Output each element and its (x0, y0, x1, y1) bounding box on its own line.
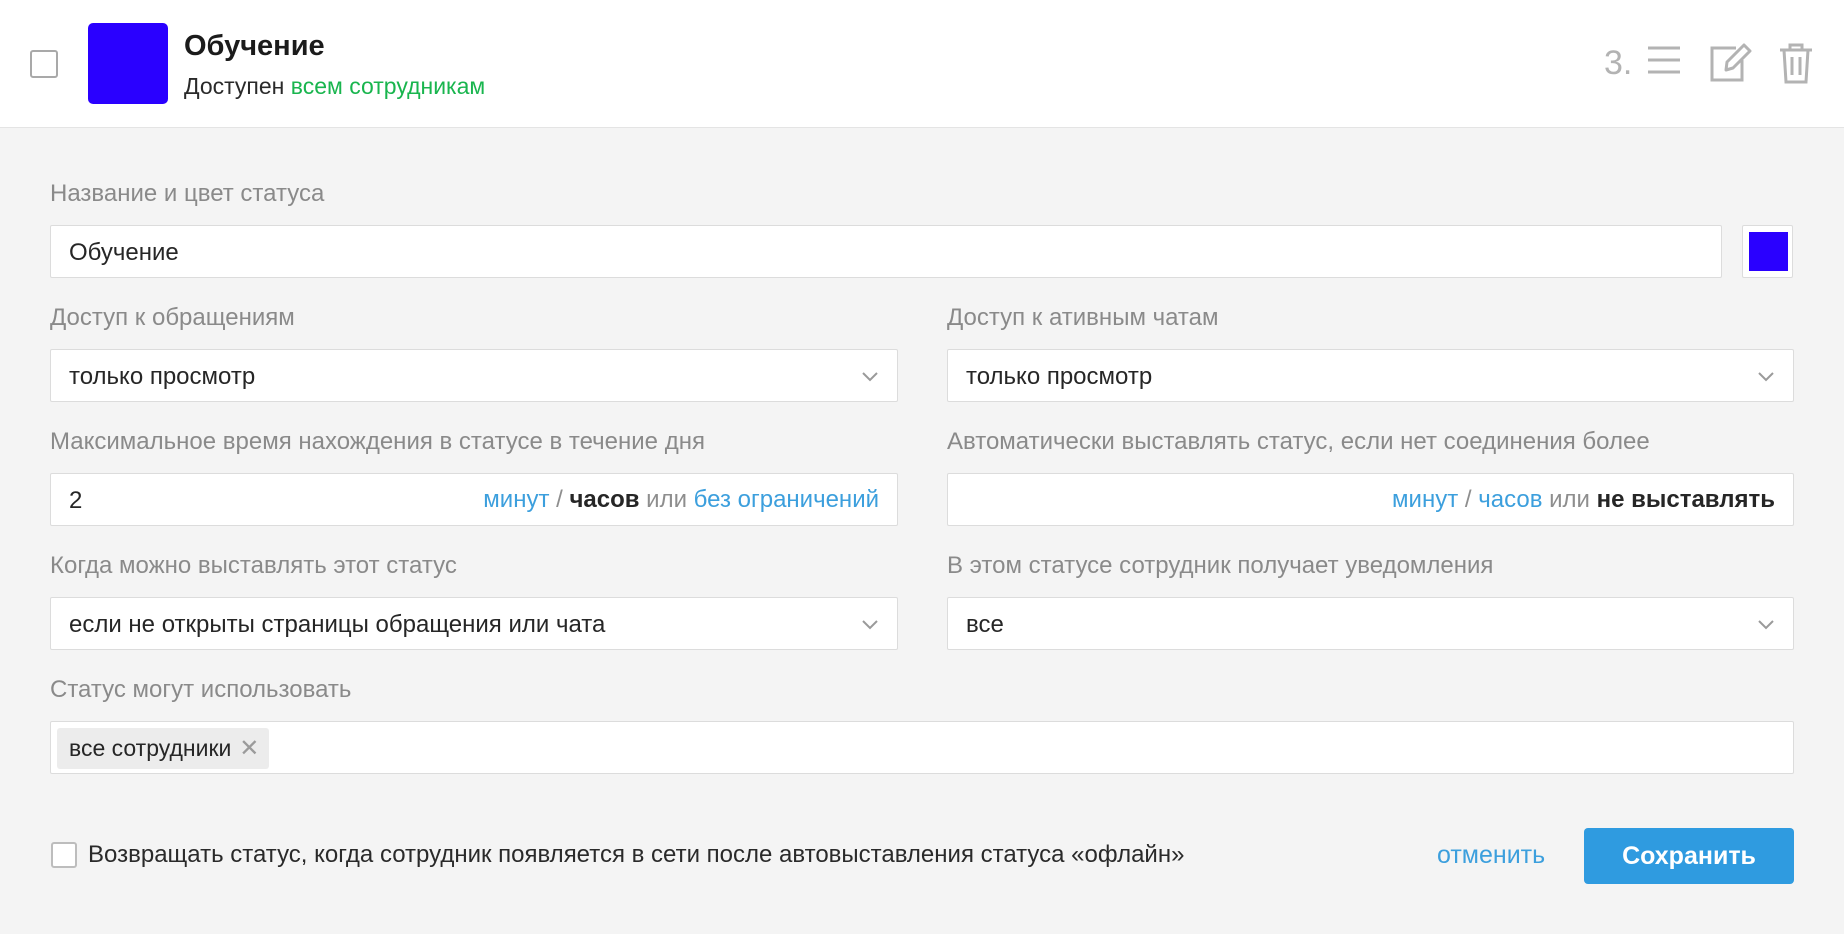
units-or: или (639, 486, 694, 513)
max-time-input[interactable]: 2 минут / часов или без ограничений (50, 473, 898, 526)
chats-access-select[interactable]: только просмотр (947, 349, 1794, 402)
notifications-label: В этом статусе сотрудник получает уведом… (947, 552, 1494, 579)
max-time-units: минут / часов или без ограничений (483, 486, 879, 514)
notifications-select[interactable]: все (947, 597, 1794, 650)
status-header: Обучение Доступен всем сотрудникам 3. (0, 0, 1844, 128)
availability-link[interactable]: всем сотрудникам (291, 73, 485, 99)
status-title: Обучение (184, 30, 325, 62)
status-color-preview (1749, 232, 1788, 271)
status-name-input[interactable]: Обучение (50, 225, 1722, 278)
chevron-down-icon (862, 620, 878, 630)
auto-status-units: минут / часов или не выставлять (1392, 486, 1775, 514)
return-status-label: Возвращать статус, когда сотрудник появл… (88, 841, 1185, 868)
delete-trash-icon[interactable] (1778, 42, 1814, 84)
auto-do-not-set-option[interactable]: не выставлять (1597, 486, 1775, 513)
chats-access-label: Доступ к ативным чатам (947, 304, 1219, 331)
when-available-select[interactable]: если не открыты страницы обращения или ч… (50, 597, 898, 650)
users-label: Статус могут использовать (50, 676, 352, 703)
when-available-label: Когда можно выставлять этот статус (50, 552, 457, 579)
status-availability: Доступен всем сотрудникам (184, 73, 485, 100)
chevron-down-icon (1758, 620, 1774, 630)
requests-access-select[interactable]: только просмотр (50, 349, 898, 402)
units-or: или (1542, 486, 1597, 513)
auto-status-input[interactable]: минут / часов или не выставлять (947, 473, 1794, 526)
max-time-label: Максимальное время нахождения в статусе … (50, 428, 705, 455)
select-status-checkbox[interactable] (30, 50, 58, 78)
max-time-minutes-option[interactable]: минут (483, 486, 549, 513)
status-color-picker[interactable] (1742, 225, 1793, 278)
return-status-checkbox[interactable] (51, 842, 77, 868)
units-separator: / (549, 486, 570, 513)
status-name-label: Название и цвет статуса (50, 180, 325, 207)
auto-hours-option[interactable]: часов (1478, 486, 1542, 513)
status-color-swatch (88, 23, 168, 104)
max-time-unlimited-option[interactable]: без ограничений (694, 486, 879, 513)
requests-access-value: только просмотр (69, 363, 256, 390)
chevron-down-icon (862, 372, 878, 382)
cancel-button[interactable]: отменить (1437, 841, 1545, 870)
save-button[interactable]: Сохранить (1584, 828, 1794, 884)
availability-prefix: Доступен (184, 73, 285, 99)
chats-access-value: только просмотр (966, 363, 1153, 390)
when-available-value: если не открыты страницы обращения или ч… (69, 611, 606, 638)
max-time-hours-option[interactable]: часов (569, 486, 639, 513)
requests-access-label: Доступ к обращениям (50, 304, 295, 331)
drag-handle-icon[interactable] (1646, 42, 1682, 78)
remove-tag-icon[interactable]: ✕ (239, 728, 259, 769)
status-order-number: 3. (1604, 44, 1633, 82)
users-tag-input[interactable]: все сотрудники ✕ (50, 721, 1794, 774)
auto-status-label: Автоматически выставлять статус, если не… (947, 428, 1650, 455)
user-tag-label: все сотрудники (69, 735, 232, 761)
notifications-value: все (966, 611, 1004, 638)
status-name-value: Обучение (69, 239, 179, 266)
units-separator: / (1458, 486, 1479, 513)
max-time-value: 2 (69, 487, 83, 514)
edit-icon[interactable] (1706, 40, 1752, 84)
auto-minutes-option[interactable]: минут (1392, 486, 1458, 513)
chevron-down-icon (1758, 372, 1774, 382)
user-tag: все сотрудники ✕ (57, 728, 270, 769)
